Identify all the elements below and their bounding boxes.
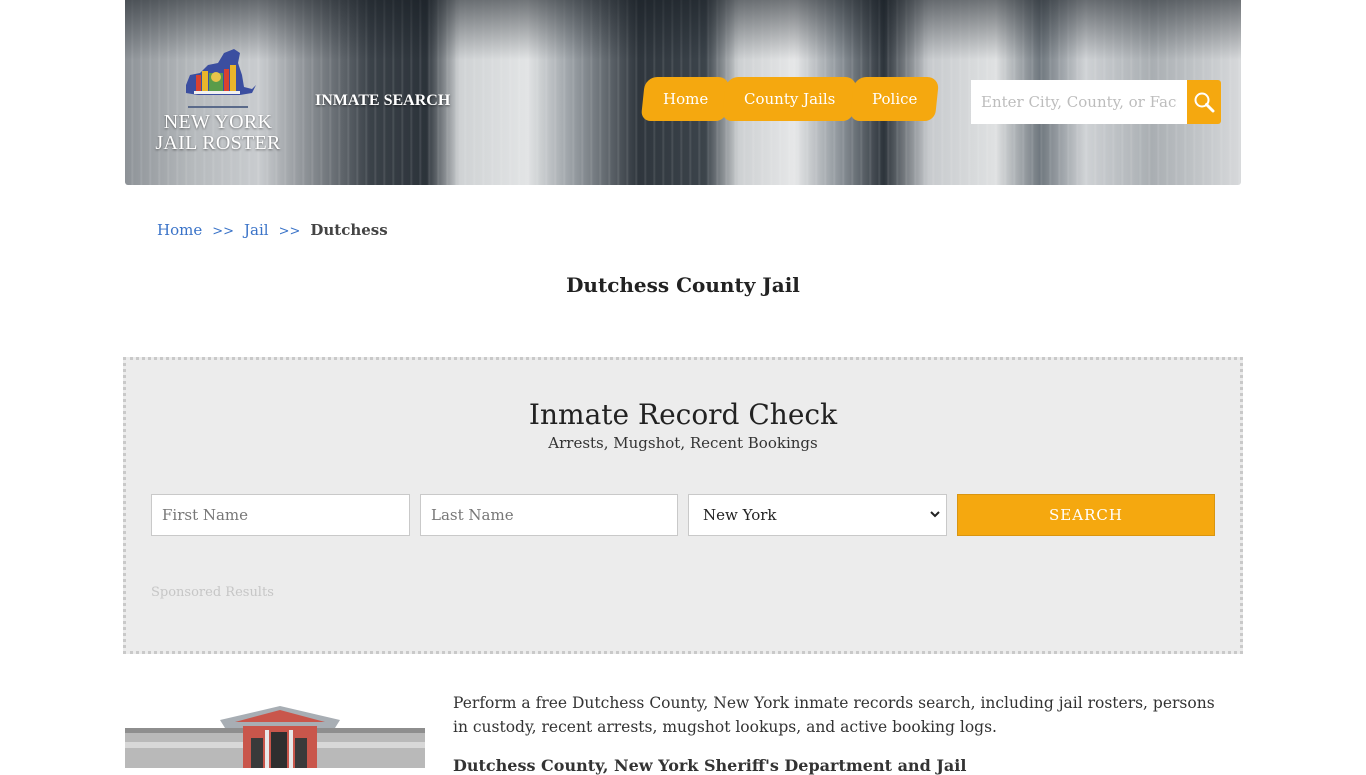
sponsored-results-label: Sponsored Results: [151, 585, 274, 600]
courthouse-image: [125, 686, 425, 768]
breadcrumb-jail[interactable]: Jail: [244, 221, 269, 239]
main-nav: Home County Jails Police: [640, 77, 940, 121]
state-select[interactable]: New York: [688, 494, 947, 536]
nav-police-label: Police: [871, 90, 917, 108]
site-header: NEW YORK JAIL ROSTER INMATE SEARCH Home …: [125, 0, 1241, 185]
intro-paragraph: Perform a free Dutchess County, New York…: [453, 694, 1215, 736]
nav-home[interactable]: Home: [640, 77, 731, 121]
last-name-input[interactable]: [420, 494, 678, 536]
logo-text-line1: NEW YORK: [163, 111, 273, 133]
breadcrumb-home[interactable]: Home: [157, 221, 202, 239]
site-search: [971, 80, 1221, 124]
sheriff-department-heading: Dutchess County, New York Sheriff's Depa…: [453, 756, 967, 775]
record-search-button[interactable]: SEARCH: [957, 494, 1215, 536]
nav-home-label: Home: [663, 90, 709, 108]
record-check-title: Inmate Record Check: [528, 398, 838, 431]
inmate-search-link[interactable]: INMATE SEARCH: [315, 92, 450, 110]
nav-county-jails-label: County Jails: [744, 90, 836, 108]
jail-building-photo: [125, 686, 425, 768]
breadcrumb-separator: >>: [278, 224, 301, 239]
magnifier-icon: [1194, 92, 1215, 113]
new-york-state-map-icon: [186, 49, 256, 95]
breadcrumb-current: Dutchess: [310, 221, 388, 239]
logo-text-line2: JAIL ROSTER: [155, 132, 281, 154]
header-background-shade: [125, 0, 1241, 60]
nav-county-jails[interactable]: County Jails: [721, 77, 858, 121]
logo-divider: [188, 106, 248, 108]
record-check-subtitle: Arrests, Mugshot, Recent Bookings: [548, 434, 818, 452]
site-logo[interactable]: NEW YORK JAIL ROSTER: [153, 45, 283, 154]
breadcrumb-separator: >>: [212, 224, 235, 239]
breadcrumb: Home >> Jail >> Dutchess: [157, 221, 388, 239]
site-search-input[interactable]: [971, 80, 1187, 124]
page-title: Dutchess County Jail: [566, 273, 800, 297]
nav-police[interactable]: Police: [849, 77, 940, 121]
site-search-button[interactable]: [1187, 80, 1221, 124]
inmate-record-check-panel: Inmate Record Check Arrests, Mugshot, Re…: [123, 357, 1243, 654]
first-name-input[interactable]: [151, 494, 410, 536]
